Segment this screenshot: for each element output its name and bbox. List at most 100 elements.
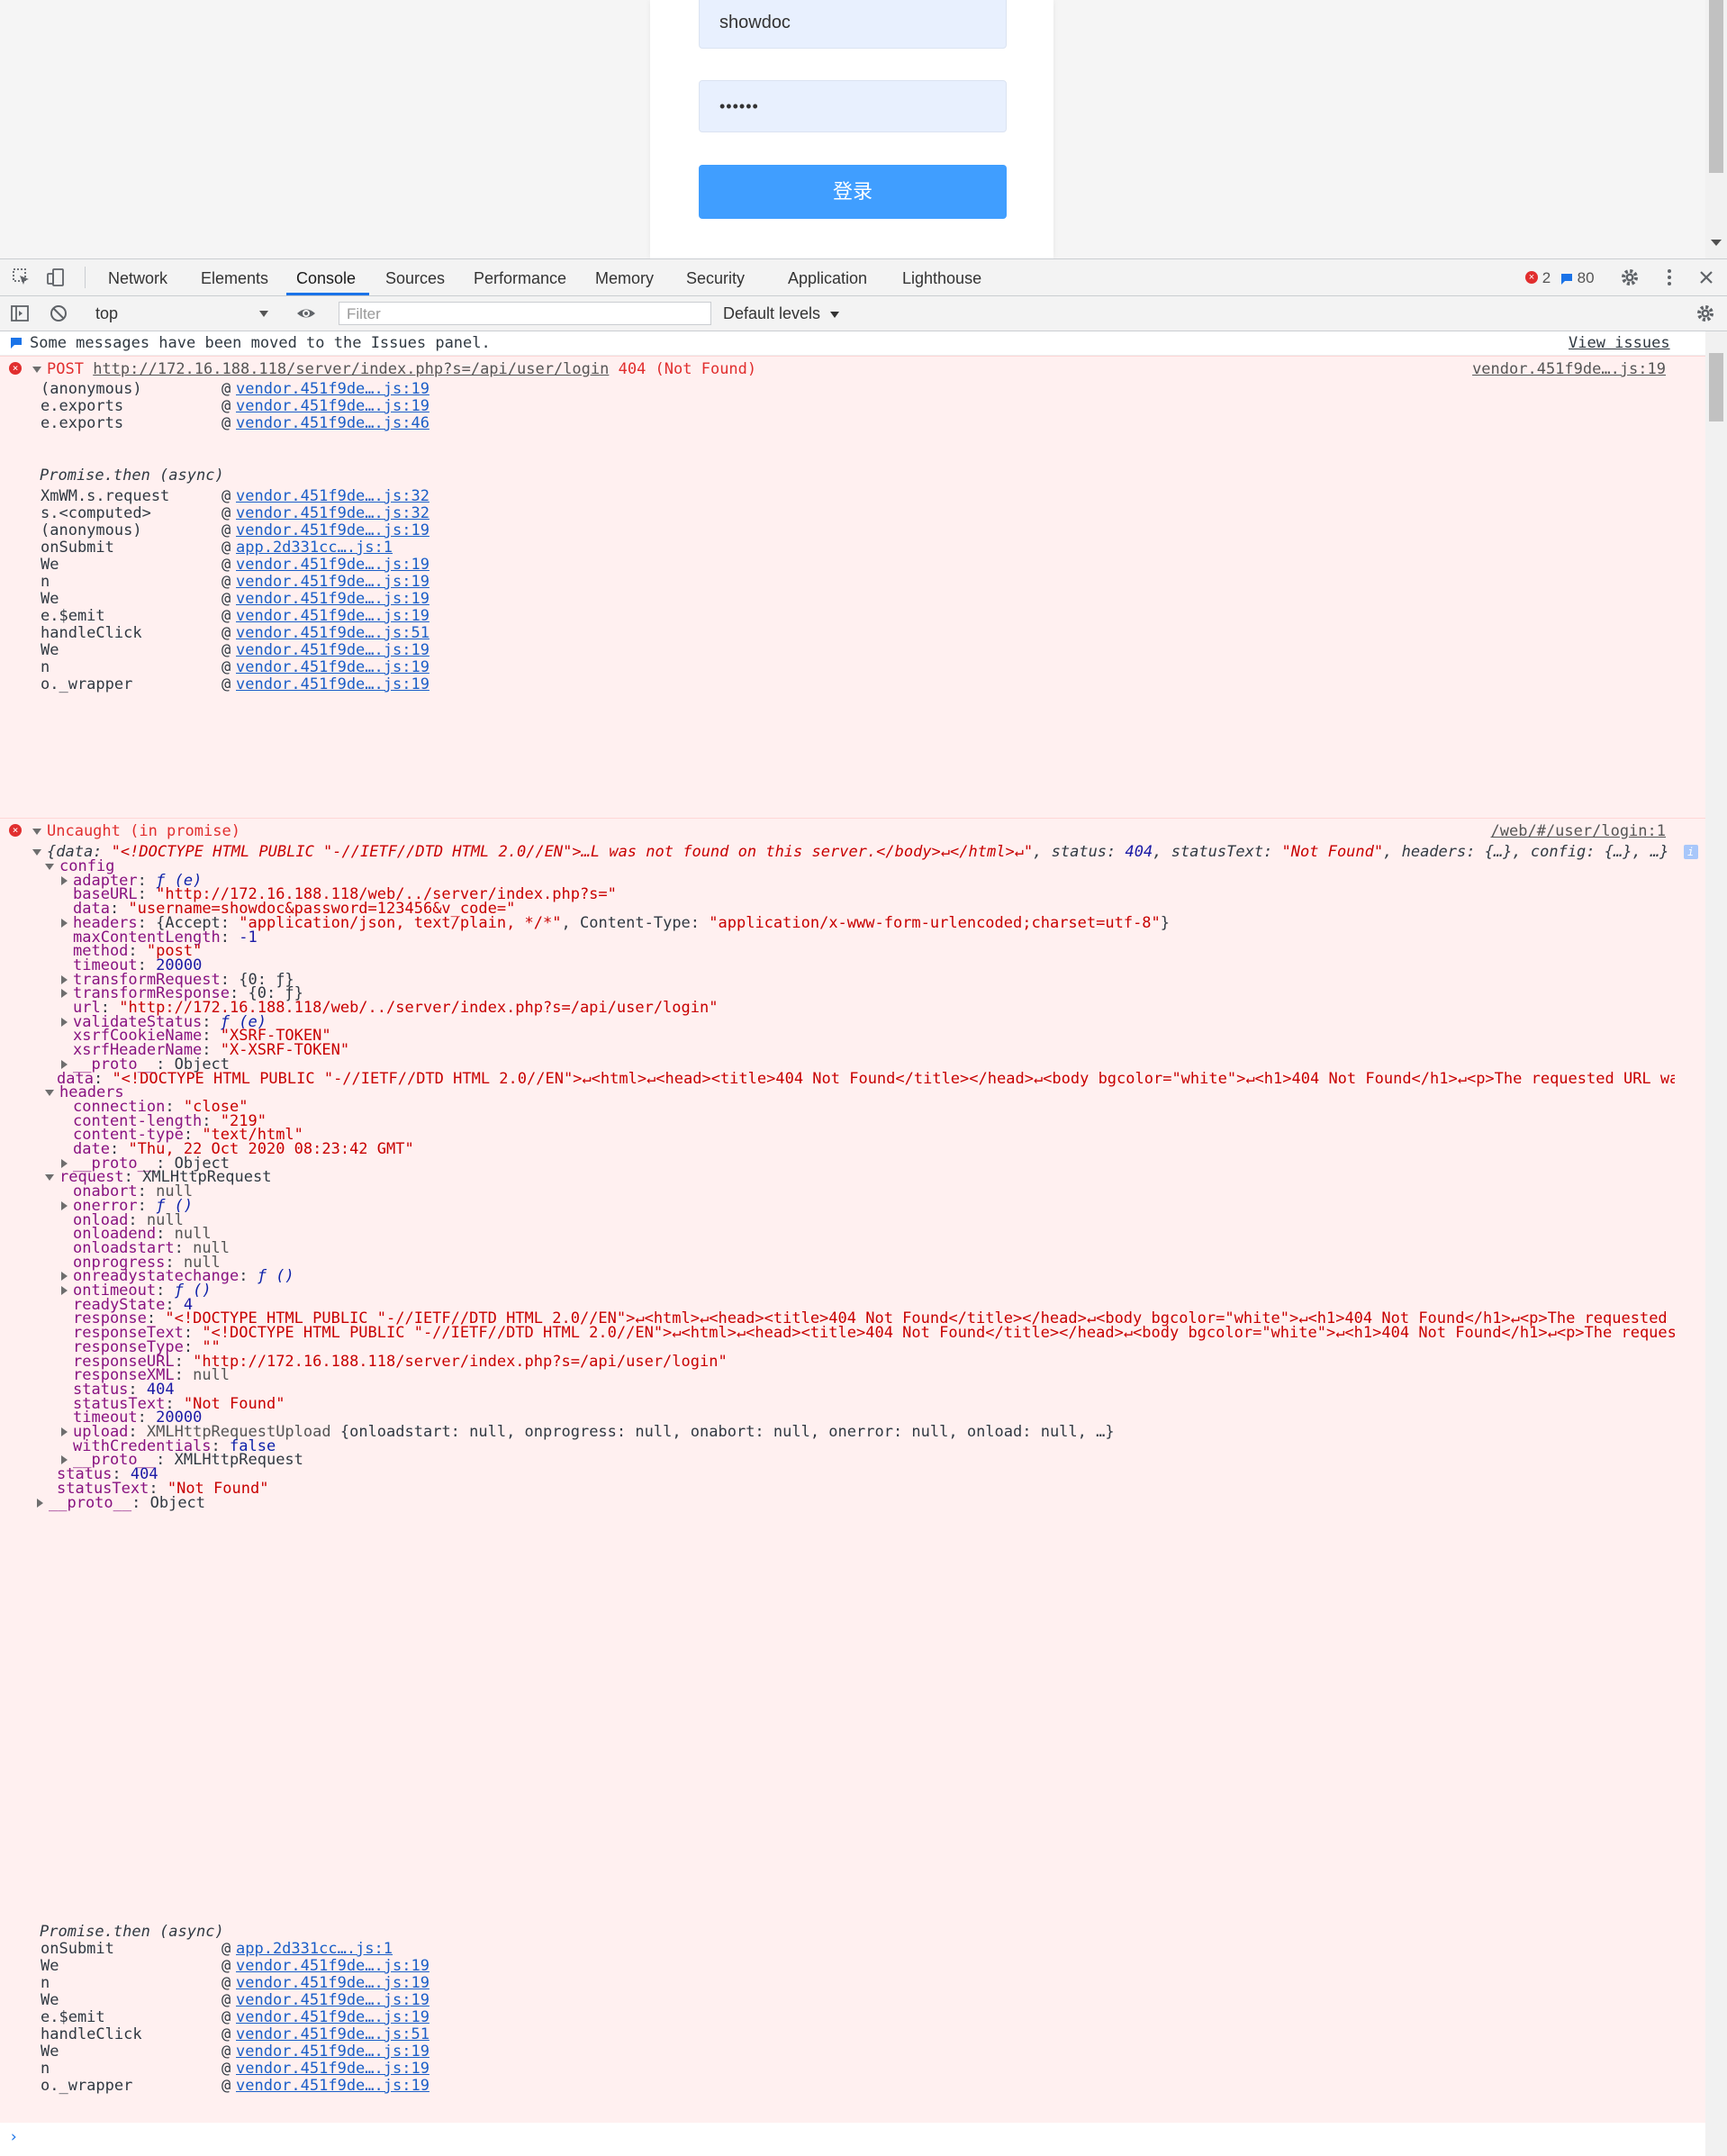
expand-triangle-icon[interactable] bbox=[61, 1272, 68, 1282]
stack-frame-source-link[interactable]: vendor.451f9de….js:19 bbox=[236, 573, 429, 591]
expand-triangle-icon[interactable] bbox=[32, 828, 41, 835]
tab-lighthouse[interactable]: Lighthouse bbox=[902, 259, 981, 295]
tab-security[interactable]: Security bbox=[686, 259, 745, 295]
console-prompt[interactable]: › bbox=[9, 2128, 18, 2146]
stack-frame-source-link[interactable]: vendor.451f9de….js:19 bbox=[236, 607, 429, 625]
stack-frame-source-link[interactable]: vendor.451f9de….js:19 bbox=[236, 521, 429, 539]
stack-frame-at: @ bbox=[222, 607, 231, 625]
post-error-source-link[interactable]: vendor.451f9de….js:19 bbox=[1472, 360, 1666, 378]
stack-frame-source-link[interactable]: vendor.451f9de….js:19 bbox=[236, 2077, 429, 2095]
console-toolbar: top Filter Default levels bbox=[0, 296, 1727, 331]
tab-console[interactable]: Console bbox=[296, 259, 356, 295]
console-sidebar-toggle-icon[interactable] bbox=[9, 303, 31, 324]
stack-frame-function: n bbox=[41, 658, 50, 676]
page-scrollbar[interactable] bbox=[1705, 0, 1727, 258]
close-devtools-icon[interactable] bbox=[1695, 267, 1717, 288]
console-output: Some messages have been moved to the Iss… bbox=[0, 331, 1705, 2156]
uncaught-header[interactable]: Uncaught (in promise) bbox=[32, 822, 240, 840]
stack-frame-source-link[interactable]: vendor.451f9de….js:46 bbox=[236, 414, 429, 432]
page-scroll-thumb[interactable] bbox=[1709, 0, 1723, 173]
stack-frame-source-link[interactable]: vendor.451f9de….js:19 bbox=[236, 658, 429, 676]
tree-root-proto[interactable]: __proto__: Object bbox=[37, 1494, 205, 1512]
stack-frame-source-link[interactable]: app.2d331cc….js:1 bbox=[236, 539, 393, 557]
stack-frame-at: @ bbox=[222, 539, 231, 557]
expand-triangle-icon[interactable] bbox=[61, 1455, 68, 1465]
stack-frame-source-link[interactable]: vendor.451f9de….js:19 bbox=[236, 590, 429, 608]
expand-triangle-icon[interactable] bbox=[61, 1017, 68, 1027]
inspect-element-icon[interactable] bbox=[11, 267, 32, 288]
expand-triangle-icon[interactable] bbox=[61, 1158, 68, 1168]
settings-gear-icon[interactable] bbox=[1619, 267, 1641, 288]
expand-triangle-icon[interactable] bbox=[37, 1498, 43, 1508]
expand-triangle-icon[interactable] bbox=[61, 1059, 68, 1069]
error-message-post-404: × POST http://172.16.188.118/server/inde… bbox=[0, 356, 1705, 818]
context-selector[interactable]: top bbox=[86, 296, 285, 331]
stack-frame-function: XmWM.s.request bbox=[41, 487, 170, 505]
stack-frame-source-link[interactable]: vendor.451f9de….js:19 bbox=[236, 2043, 429, 2061]
tab-memory[interactable]: Memory bbox=[595, 259, 654, 295]
stack-frame-source-link[interactable]: vendor.451f9de….js:32 bbox=[236, 504, 429, 522]
stack-frame-at: @ bbox=[222, 2077, 231, 2095]
stack-frame-source-link[interactable]: vendor.451f9de….js:19 bbox=[236, 380, 429, 398]
stack-frame-source-link[interactable]: vendor.451f9de….js:19 bbox=[236, 1991, 429, 2009]
expand-triangle-icon[interactable] bbox=[61, 974, 68, 984]
console-scroll-thumb[interactable] bbox=[1709, 353, 1723, 421]
tab-performance[interactable]: Performance bbox=[474, 259, 566, 295]
console-scrollbar[interactable] bbox=[1705, 331, 1727, 2156]
devtools-panel: Network Elements Console Sources Perform… bbox=[0, 258, 1727, 2156]
error-message-uncaught: × Uncaught (in promise) /web/#/user/logi… bbox=[0, 818, 1705, 2123]
chevron-down-icon bbox=[259, 311, 268, 317]
tab-sources[interactable]: Sources bbox=[385, 259, 445, 295]
stack-frame-at: @ bbox=[222, 2025, 231, 2043]
post-url-link[interactable]: http://172.16.188.118/server/index.php?s… bbox=[93, 360, 609, 378]
stack-frame-source-link[interactable]: vendor.451f9de….js:51 bbox=[236, 624, 429, 642]
uncaught-source-link[interactable]: /web/#/user/login:1 bbox=[1491, 822, 1666, 840]
stack-frame-source-link[interactable]: app.2d331cc….js:1 bbox=[236, 1940, 393, 1958]
expand-triangle-icon[interactable] bbox=[61, 875, 68, 885]
log-levels-dropdown[interactable]: Default levels bbox=[723, 296, 840, 331]
stack-frame-source-link[interactable]: vendor.451f9de….js:19 bbox=[236, 2060, 429, 2078]
device-toolbar-icon[interactable] bbox=[45, 267, 67, 288]
context-selector-value: top bbox=[95, 304, 119, 322]
console-settings-gear-icon[interactable] bbox=[1695, 303, 1716, 324]
tab-elements[interactable]: Elements bbox=[201, 259, 268, 295]
stack-frame-source-link[interactable]: vendor.451f9de….js:51 bbox=[236, 2025, 429, 2043]
stack-frame-source-link[interactable]: vendor.451f9de….js:19 bbox=[236, 675, 429, 693]
clear-console-icon[interactable] bbox=[48, 303, 69, 324]
stack-frame-source-link[interactable]: vendor.451f9de….js:19 bbox=[236, 1957, 429, 1975]
filter-input[interactable]: Filter bbox=[339, 302, 711, 325]
stack-frame-source-link[interactable]: vendor.451f9de….js:32 bbox=[236, 487, 429, 505]
expand-triangle-icon[interactable] bbox=[45, 863, 54, 870]
stack-frame-source-link[interactable]: vendor.451f9de….js:19 bbox=[236, 556, 429, 574]
stack-frame-at: @ bbox=[222, 1940, 231, 1958]
password-field[interactable]: •••••• bbox=[699, 80, 1007, 132]
tab-network[interactable]: Network bbox=[108, 259, 167, 295]
expand-triangle-icon[interactable] bbox=[45, 1089, 54, 1096]
info-badge-icon[interactable]: i bbox=[1683, 845, 1698, 859]
live-expression-eye-icon[interactable] bbox=[295, 303, 317, 324]
view-issues-link[interactable]: View issues bbox=[1569, 331, 1670, 355]
expand-triangle-icon[interactable] bbox=[32, 848, 41, 856]
stack-frame-source-link[interactable]: vendor.451f9de….js:19 bbox=[236, 1974, 429, 1992]
expand-triangle-icon[interactable] bbox=[32, 366, 41, 373]
stack-frame-function: o._wrapper bbox=[41, 675, 133, 693]
stack-frame-source-link[interactable]: vendor.451f9de….js:19 bbox=[236, 641, 429, 659]
stack-frame-source-link[interactable]: vendor.451f9de….js:19 bbox=[236, 397, 429, 415]
more-options-icon[interactable] bbox=[1659, 267, 1680, 288]
expand-triangle-icon[interactable] bbox=[61, 1427, 68, 1436]
post-error-header[interactable]: POST http://172.16.188.118/server/index.… bbox=[32, 360, 756, 378]
expand-triangle-icon[interactable] bbox=[61, 1200, 68, 1210]
object-summary[interactable]: {data: "<!DOCTYPE HTML PUBLIC "-//IETF//… bbox=[32, 843, 1698, 861]
expand-triangle-icon[interactable] bbox=[61, 1286, 68, 1295]
stack-frame-source-link[interactable]: vendor.451f9de….js:19 bbox=[236, 2008, 429, 2026]
devtools-tabbar: Network Elements Console Sources Perform… bbox=[0, 259, 1727, 296]
scroll-down-arrow-icon[interactable] bbox=[1711, 240, 1722, 246]
expand-triangle-icon[interactable] bbox=[61, 989, 68, 999]
expand-triangle-icon[interactable] bbox=[45, 1173, 54, 1181]
stack-frame-function: handleClick bbox=[41, 2025, 142, 2043]
expand-triangle-icon[interactable] bbox=[61, 918, 68, 928]
tab-application[interactable]: Application bbox=[788, 259, 867, 295]
login-button[interactable]: 登录 bbox=[699, 165, 1007, 219]
username-field[interactable]: showdoc bbox=[699, 0, 1007, 49]
issue-counter[interactable]: × 2 80 bbox=[1525, 259, 1595, 295]
